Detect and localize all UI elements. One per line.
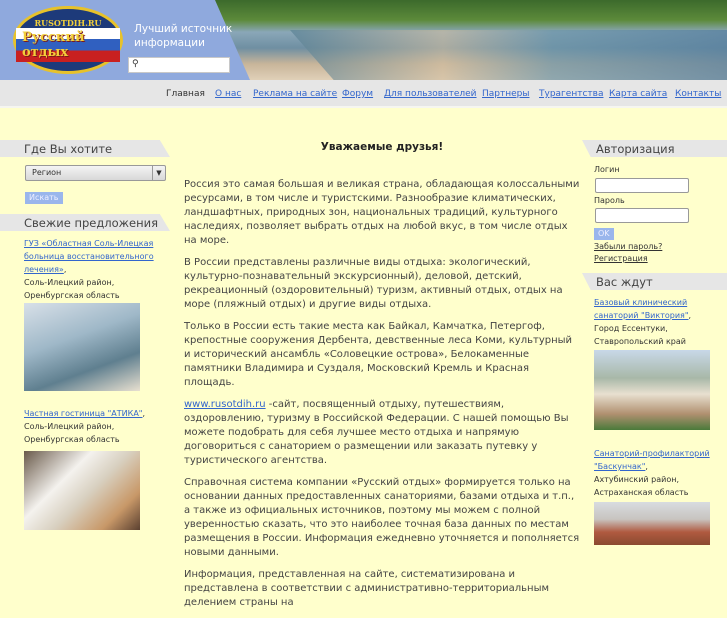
offer-item: Санаторий-профилакторий "Баскунчак", Ахт… [594,449,710,497]
password-input[interactable] [595,208,689,223]
header: RUSOTDIH.RU Русский отдых Лучший источни… [0,0,727,80]
offer-link[interactable]: Частная гостиница "АТИКА" [24,409,142,418]
nav-home[interactable]: Главная [166,89,205,99]
register-link[interactable]: Регистрация [594,254,648,263]
offer-location: Ахтубинский район, Астраханская область [594,475,689,497]
offer-photo[interactable] [24,303,140,391]
search-button[interactable]: Искать [25,192,63,204]
offer-location: Город Ессентуки, Ставропольский край [594,324,686,346]
logo-small-text: RUSOTDIH.RU [34,18,102,28]
paragraph: В России представлены различные виды отд… [184,257,563,310]
paragraph: Россия это самая большая и великая стран… [184,179,580,246]
offer-location: Соль-Илецкий район, Оренбургская область [24,278,120,300]
paragraph: Справочная система компании «Русский отд… [184,477,580,558]
nav-forum[interactable]: Форум [342,89,373,99]
site-link[interactable]: www.rusotdih.ru [184,399,266,410]
nav-advertising[interactable]: Реклама на сайте [253,89,337,99]
auth-title: Авторизация [582,140,727,157]
offer-location: Соль-Илецкий район, Оренбургская область [24,422,120,444]
site-logo[interactable]: RUSOTDIH.RU Русский отдых [13,6,123,74]
offer-photo[interactable] [594,350,710,430]
region-select[interactable]: Регион ▼ [25,165,166,181]
header-sea-photo [290,30,727,80]
nav-contacts[interactable]: Контакты [675,89,721,99]
offer-item: ГУЗ «Областная Соль-Илецкая больница вос… [24,239,154,300]
main-nav: Главная О нас Реклама на сайте Форум Для… [0,80,727,108]
chevron-down-icon: ▼ [152,166,165,180]
ok-button[interactable]: OK [594,228,614,240]
page-title: Уважаемые друзья! [320,141,444,153]
nav-users[interactable]: Для пользователей [384,89,477,99]
nav-partners[interactable]: Партнеры [482,89,529,99]
nav-about[interactable]: О нас [215,89,241,99]
search-input[interactable]: ⚲ [128,57,230,73]
nav-sitemap[interactable]: Карта сайта [609,89,667,99]
login-label: Логин [594,165,620,174]
logo-text: Русский отдых [16,28,120,62]
offer-link[interactable]: Санаторий-профилакторий "Баскунчак" [594,449,710,471]
offer-photo[interactable] [594,502,710,545]
offer-photo[interactable] [24,451,140,530]
forgot-password-link[interactable]: Забыли пароль? [594,242,662,251]
main-content: Уважаемые друзья! Россия это самая больш… [184,140,580,618]
search-icon: ⚲ [132,59,139,69]
login-input[interactable] [595,178,689,193]
offer-link[interactable]: ГУЗ «Областная Соль-Илецкая больница вос… [24,239,154,274]
where-title: Где Вы хотите отдохнуть? [0,140,170,157]
offer-link[interactable]: Базовый клинический санаторий "Виктория" [594,298,689,320]
offer-item: Частная гостиница "АТИКА", Соль-Илецкий … [24,409,146,444]
nav-agencies[interactable]: Турагентства [539,89,603,99]
region-value: Регион [32,168,62,177]
tagline: Лучший источник информации [134,23,233,49]
offer-item: Базовый клинический санаторий "Виктория"… [594,298,692,346]
paragraph: www.rusotdih.ru -сайт, посвященный отдых… [184,398,580,468]
password-label: Пароль [594,196,625,205]
paragraph: Только в России есть такие места как Бай… [184,321,573,388]
paragraph: Информация, представленная на сайте, сис… [184,569,550,608]
fresh-title: Свежие предложения [0,214,170,231]
waiting-title: Вас ждут [582,273,727,290]
